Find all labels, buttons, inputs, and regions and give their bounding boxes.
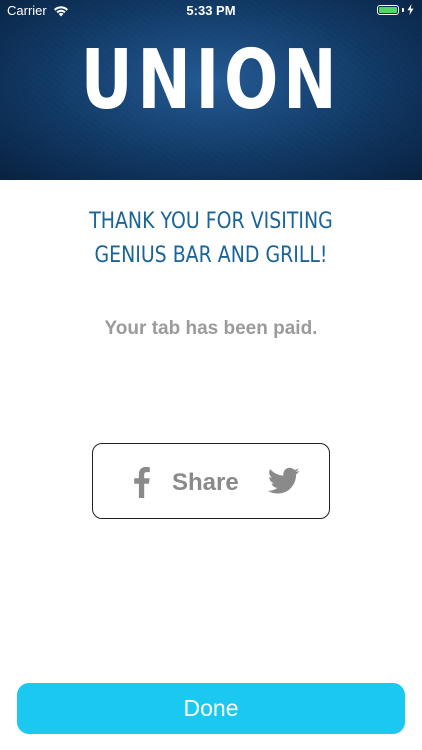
- battery-indicator: [377, 4, 414, 15]
- status-bar: Carrier 5:33 PM: [0, 0, 422, 22]
- header-banner: UNION: [0, 0, 422, 180]
- union-logo: UNION: [80, 33, 342, 128]
- twitter-icon[interactable]: [268, 466, 300, 496]
- facebook-icon[interactable]: [130, 466, 152, 498]
- thank-you-line-1: THANK YOU FOR VISITING: [89, 209, 333, 234]
- share-label: Share: [172, 469, 239, 496]
- thank-you-message: THANK YOU FOR VISITING GENIUS BAR AND GR…: [0, 205, 422, 273]
- battery-tip: [402, 7, 404, 12]
- charging-bolt-icon: [407, 4, 414, 15]
- payment-status-text: Your tab has been paid.: [104, 318, 318, 339]
- status-time: 5:33 PM: [186, 3, 236, 18]
- thank-you-line-2: GENIUS BAR AND GRILL!: [94, 243, 328, 268]
- done-button[interactable]: Done: [17, 683, 405, 734]
- battery-level: [379, 6, 397, 13]
- battery-icon: [377, 4, 399, 15]
